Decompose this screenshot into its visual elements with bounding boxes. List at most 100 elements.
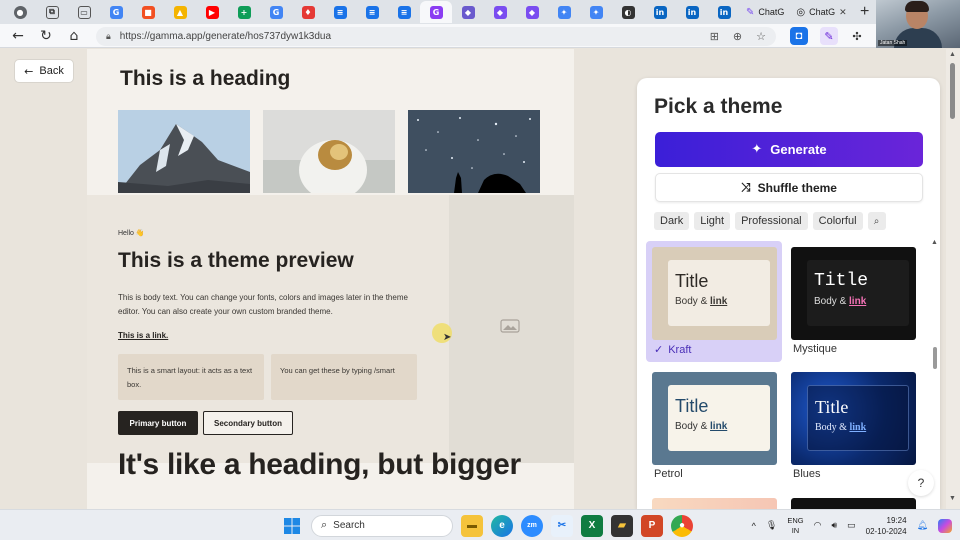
extension-icon[interactable]: ◘: [790, 27, 808, 45]
preview-image-stars: [408, 110, 540, 193]
browser-tab[interactable]: G: [260, 1, 292, 23]
scroll-thumb[interactable]: [933, 347, 937, 369]
theme-tile-mystique[interactable]: Title Body & link Mystique: [785, 241, 916, 362]
panel-scrollbar[interactable]: ▲: [931, 239, 939, 509]
filter-colorful[interactable]: Colorful: [812, 212, 863, 230]
primary-button[interactable]: Primary button: [118, 411, 198, 435]
browser-tab[interactable]: ■: [132, 1, 164, 23]
excel-icon[interactable]: X: [581, 514, 603, 537]
search-placeholder: Search: [333, 520, 365, 531]
theme-tile-petrol[interactable]: Title Body & link Petrol: [646, 366, 777, 487]
microsoft-icon: ■: [141, 5, 155, 19]
scroll-thumb[interactable]: [950, 63, 955, 119]
puzzle-icon[interactable]: ✣: [848, 27, 866, 45]
scroll-up-icon[interactable]: ▲: [931, 239, 938, 246]
app-icon: ◆: [493, 5, 507, 19]
browser-tab[interactable]: G: [420, 1, 452, 23]
workspaces-button[interactable]: ⧉: [36, 1, 68, 23]
profile-button[interactable]: ●: [4, 1, 36, 23]
preview-image-mountain: [118, 110, 250, 193]
generate-label: Generate: [770, 142, 827, 157]
windows-taskbar: ⌕ Search ▬ e zm ✂ X ▰ P ● ^ 🎙︎ ENG IN ◠ …: [0, 509, 960, 540]
arrow-left-icon: ←: [24, 64, 34, 78]
generate-button[interactable]: ✦ Generate: [655, 132, 923, 167]
chrome-icon[interactable]: ●: [671, 514, 693, 537]
youtube-icon: ▶: [205, 5, 219, 19]
browser-tab[interactable]: ▲: [164, 1, 196, 23]
tab-chatgpt-1[interactable]: ✎ ChatG: [740, 1, 790, 23]
tab-actions-button[interactable]: ▭: [68, 1, 100, 23]
big-heading: It's like a heading, but bigger: [118, 448, 521, 481]
browser-tab[interactable]: ✦: [580, 1, 612, 23]
browser-tab[interactable]: +: [228, 1, 260, 23]
browser-tab[interactable]: ♦: [292, 1, 324, 23]
webcam-name: Jatan Shah: [878, 40, 908, 46]
secondary-button[interactable]: Secondary button: [203, 411, 293, 435]
page-scrollbar[interactable]: ▲ ▼: [946, 49, 960, 509]
tab-label: ChatG: [758, 7, 785, 17]
volume-icon[interactable]: 🔊︎: [831, 521, 837, 531]
snipping-tool-icon[interactable]: ✂: [551, 514, 573, 537]
app-available-icon[interactable]: ⊞: [710, 30, 719, 43]
filter-professional[interactable]: Professional: [735, 212, 808, 230]
browser-tab[interactable]: ◆: [516, 1, 548, 23]
linkedin-icon: in: [653, 5, 667, 19]
powerpoint-icon[interactable]: P: [641, 514, 663, 537]
help-button[interactable]: ?: [908, 470, 934, 496]
windows-start-icon[interactable]: [281, 515, 303, 537]
close-tab-icon[interactable]: ✕: [839, 7, 847, 18]
search-icon[interactable]: ⌕: [867, 212, 886, 230]
tab-chatgpt-2[interactable]: ◎ ChatG ✕: [790, 1, 852, 23]
taskbar-search[interactable]: ⌕ Search: [311, 514, 453, 537]
browser-tab[interactable]: G: [100, 1, 132, 23]
browser-tab[interactable]: in: [676, 1, 708, 23]
preview-link[interactable]: This is a link.: [118, 331, 168, 340]
url-bar[interactable]: 🔒︎ https://gamma.app/generate/hos737dyw1…: [96, 27, 776, 46]
notification-icon[interactable]: 🔔︎: [917, 520, 928, 531]
sticky-notes-icon[interactable]: ▰: [611, 514, 633, 537]
chevron-up-icon[interactable]: ^: [752, 521, 756, 531]
battery-icon[interactable]: ▭: [847, 520, 856, 531]
edge-icon[interactable]: e: [491, 514, 513, 537]
theme-tile-partial[interactable]: [791, 498, 916, 509]
clock-icon: ◐: [621, 5, 635, 19]
google-icon: G: [109, 5, 123, 19]
system-clock[interactable]: 19:24 02-10-2024: [866, 515, 907, 537]
sparkle-icon: ✦: [751, 142, 763, 157]
language-indicator[interactable]: ENG IN: [787, 516, 803, 536]
filter-light[interactable]: Light: [694, 212, 731, 230]
checkmark-icon: ✓: [654, 343, 664, 356]
copilot-icon[interactable]: [938, 518, 952, 533]
browser-tab[interactable]: in: [644, 1, 676, 23]
theme-tile-kraft[interactable]: Title Body & link ✓ Kraft: [646, 241, 782, 362]
browser-tab[interactable]: ✦: [548, 1, 580, 23]
scroll-down-icon[interactable]: ▼: [949, 495, 956, 502]
browser-tab[interactable]: ▶: [196, 1, 228, 23]
back-arrow-icon[interactable]: ←: [4, 24, 32, 48]
browser-tab[interactable]: ◆: [452, 1, 484, 23]
refresh-icon[interactable]: ↻: [32, 24, 60, 48]
favorite-star-icon[interactable]: ☆: [756, 30, 766, 43]
app-icon: ◆: [525, 5, 539, 19]
back-button[interactable]: ← Back: [14, 59, 74, 83]
file-explorer-icon[interactable]: ▬: [461, 514, 483, 537]
zoom-app-icon[interactable]: zm: [521, 514, 543, 537]
browser-tab[interactable]: ◆: [484, 1, 516, 23]
microphone-icon[interactable]: 🎙︎: [766, 520, 777, 531]
new-tab-button[interactable]: +: [853, 1, 877, 23]
extension-icon[interactable]: ✎: [820, 27, 838, 45]
linkedin-icon: in: [685, 5, 699, 19]
zoom-icon[interactable]: ⊕: [733, 30, 742, 43]
shuffle-theme-button[interactable]: ⤨ Shuffle theme: [655, 173, 923, 202]
wifi-icon[interactable]: ◠: [814, 521, 822, 531]
browser-tab[interactable]: ◐: [612, 1, 644, 23]
theme-tile-blues[interactable]: Title Body & link Blues: [785, 366, 916, 487]
browser-tab[interactable]: ≡: [324, 1, 356, 23]
browser-tab[interactable]: in: [708, 1, 740, 23]
scroll-up-icon[interactable]: ▲: [949, 51, 956, 58]
theme-tile-partial[interactable]: [652, 498, 777, 509]
browser-tab[interactable]: ≡: [388, 1, 420, 23]
browser-tab[interactable]: ≡: [356, 1, 388, 23]
filter-dark[interactable]: Dark: [654, 212, 690, 230]
home-icon[interactable]: ⌂: [60, 24, 88, 48]
